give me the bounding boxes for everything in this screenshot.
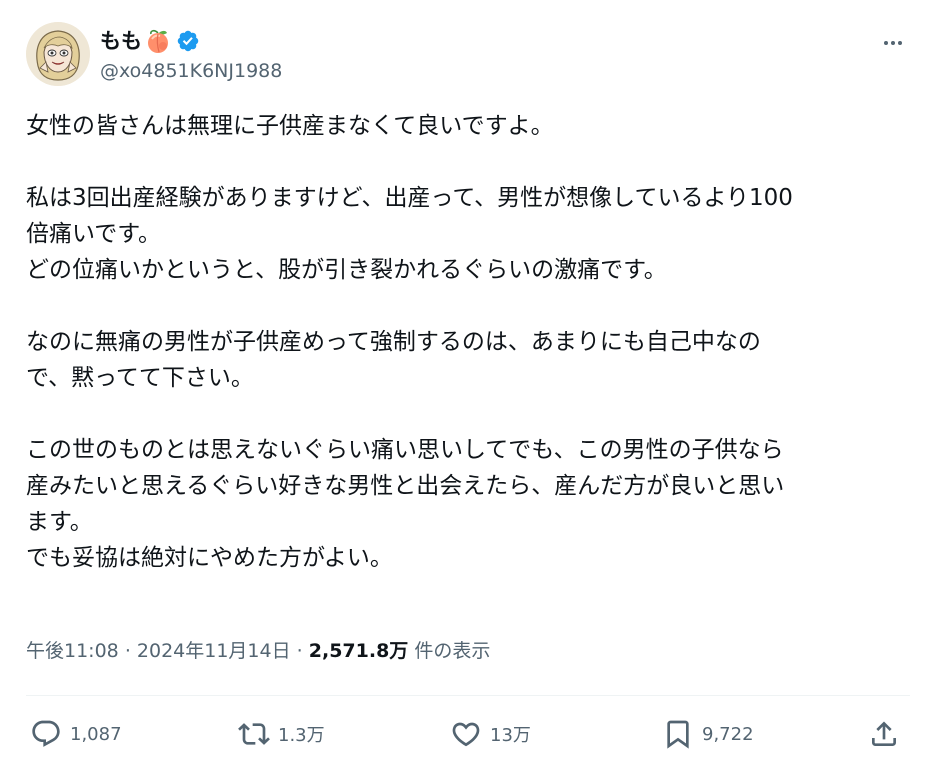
verified-badge-icon[interactable] xyxy=(176,29,200,53)
tweet-date[interactable]: 2024年11月14日 xyxy=(137,640,291,662)
repost-button[interactable]: 1.3万 xyxy=(238,712,325,756)
reply-count: 1,087 xyxy=(70,723,122,745)
repost-arrows-icon xyxy=(238,723,270,745)
bookmark-button[interactable]: 9,722 xyxy=(662,712,754,756)
tweet-card: もも @xo4851K6NJ1988 女性の皆さんは無理に子供産まなくて良いです… xyxy=(0,0,930,760)
bookmark-icon xyxy=(667,720,689,749)
tweet-meta: 午後11:08 · 2024年11月14日 · 2,571.8万 件の表示 xyxy=(26,636,490,666)
tweet-header: もも @xo4851K6NJ1988 xyxy=(26,22,910,90)
tweet-line: この世のものとは思えないぐらい痛い思いしてでも、この男性の子供なら xyxy=(26,437,784,463)
reply-button[interactable]: 1,087 xyxy=(30,712,122,756)
repost-count: 1.3万 xyxy=(278,725,325,746)
tweet-line: 倍痛いです。 xyxy=(26,221,162,247)
more-dots-icon xyxy=(884,41,902,45)
action-bar: 1,087 1.3万 13万 9,722 xyxy=(26,712,910,756)
divider xyxy=(26,695,910,696)
peach-emoji-icon xyxy=(144,27,172,55)
views-label: 件の表示 xyxy=(414,640,491,662)
tweet-line: でも妥協は絶対にやめた方がよい。 xyxy=(26,545,393,571)
author-handle[interactable]: @xo4851K6NJ1988 xyxy=(100,58,282,84)
heart-icon xyxy=(452,722,480,747)
tweet-line: 私は3回出産経験がありますけど、出産って、男性が想像しているより100 xyxy=(26,185,793,211)
tweet-line: どの位痛いかというと、股が引き裂かれるぐらいの激痛です。 xyxy=(26,257,667,283)
display-name-row: もも xyxy=(100,26,282,56)
share-upload-icon xyxy=(872,721,896,746)
more-options-button[interactable] xyxy=(878,28,908,58)
tweet-line: なのに無痛の男性が子供産めって強制するのは、あまりにも自己中なの xyxy=(26,329,761,355)
avatar[interactable] xyxy=(26,22,90,86)
tweet-text: 女性の皆さんは無理に子供産まなくて良いですよ。 私は3回出産経験がありますけど、… xyxy=(26,108,910,576)
display-name[interactable]: もも xyxy=(100,26,142,56)
like-button[interactable]: 13万 xyxy=(450,712,531,756)
reply-bubble-icon xyxy=(32,720,60,747)
meta-separator: · xyxy=(296,640,303,662)
share-button[interactable] xyxy=(868,712,900,756)
tweet-line: 産みたいと思えるぐらい好きな男性と出会えたら、産んだ方が良いと思い xyxy=(26,473,785,499)
views-count[interactable]: 2,571.8万 xyxy=(309,640,409,662)
tweet-line: 女性の皆さんは無理に子供産まなくて良いですよ。 xyxy=(26,113,554,139)
bookmark-count: 9,722 xyxy=(702,723,754,745)
author-names: もも @xo4851K6NJ1988 xyxy=(100,26,282,84)
tweet-time[interactable]: 午後11:08 xyxy=(26,640,119,662)
tweet-line: ます。 xyxy=(26,509,93,535)
tweet-line: で、黙ってて下さい。 xyxy=(26,365,254,391)
like-count: 13万 xyxy=(490,725,531,746)
meta-separator: · xyxy=(124,640,131,662)
